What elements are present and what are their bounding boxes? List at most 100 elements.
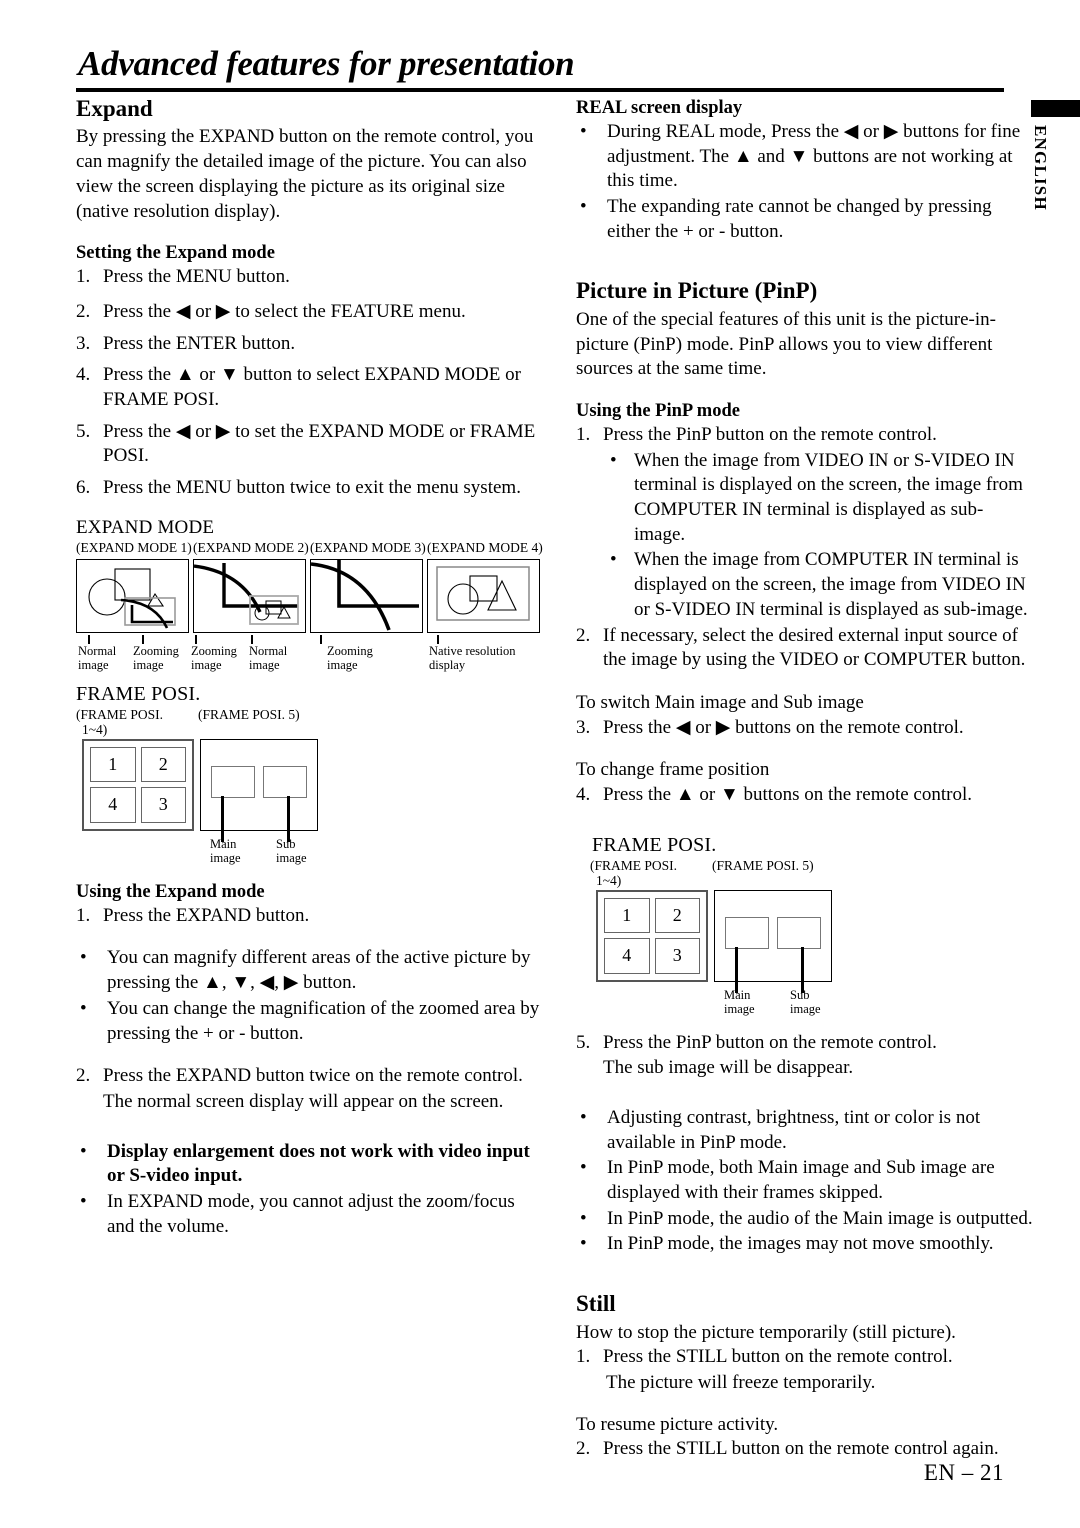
list-item: 3. Press the ◀ or ▶ buttons on the remot…	[576, 716, 1034, 741]
expand-step2-note: The normal screen display will appear on…	[103, 1090, 504, 1112]
list-text: During REAL mode, Press the ◀ or ▶ butto…	[607, 121, 1021, 192]
list-item: • You can change the magnification of th…	[76, 997, 544, 1046]
list-marker: 5.	[576, 1031, 591, 1053]
expand-mode-3-graphic	[311, 559, 419, 631]
frame-posi-5-screen	[200, 738, 318, 842]
list-item: 6. Press the MENU button twice to exit t…	[76, 476, 544, 501]
list-text: When the image from VIDEO IN or S-VIDEO …	[634, 449, 1023, 545]
list-item: 1. Press the STILL button on the remote …	[576, 1345, 1034, 1370]
bullet-marker: •	[610, 549, 617, 571]
bullet-marker: •	[80, 1190, 87, 1212]
list-text: If necessary, select the desired externa…	[603, 624, 1026, 671]
list-item: 1. Press the EXPAND button.	[76, 904, 544, 929]
list-text: In PinP mode, the images may not move sm…	[607, 1233, 994, 1255]
frame-posi-header-right: (FRAME POSI. 5)	[198, 706, 300, 722]
pinp-intro: One of the special features of this unit…	[576, 308, 996, 380]
list-text: Press the ENTER button.	[103, 332, 296, 354]
list-item: • During REAL mode, Press the ◀ or ▶ but…	[576, 120, 1034, 194]
list-text: Press the PinP button on the remote cont…	[603, 424, 937, 446]
frame-posi-title: FRAME POSI.	[592, 833, 717, 856]
bullet-marker: •	[580, 196, 587, 218]
list-text: Press the ▲ or ▼ button to select EXPAND…	[103, 364, 521, 410]
list-item: 1. Press the PinP button on the remote c…	[576, 423, 1034, 448]
list-item: 2. Press the EXPAND button twice on the …	[76, 1064, 544, 1089]
list-item: • Display enlargement does not work with…	[76, 1140, 544, 1189]
frame-posi-figure-left: FRAME POSI. (FRAME POSI. 1~4) (FRAME POS…	[76, 683, 544, 871]
expand-mode-4-labels: Native resolution display	[427, 634, 544, 675]
frame-posi-grid: 1 2 4 3	[82, 738, 194, 831]
expand-mode-2-header: (EXPAND MODE 2)	[193, 539, 309, 555]
using-pinp-heading: Using the PinP mode	[576, 400, 740, 421]
bullet-marker: •	[580, 1233, 587, 1255]
pinp-heading: Picture in Picture (PinP)	[576, 278, 818, 304]
left-column: Expand By pressing the EXPAND button on …	[76, 96, 544, 1240]
list-item: 4. Press the ▲ or ▼ button to select EXP…	[76, 363, 544, 412]
frame-posi-cell: 3	[654, 938, 700, 974]
bullet-marker: •	[610, 449, 617, 471]
frame-posi-sub-box	[263, 765, 307, 798]
list-text: In EXPAND mode, you cannot adjust the zo…	[107, 1190, 515, 1237]
leader-line	[735, 946, 738, 993]
frame-posi-cell: 1	[90, 746, 136, 783]
list-marker: 6.	[76, 477, 91, 499]
frame-posi-main-label: Main image	[210, 836, 241, 865]
list-text: Press the EXPAND button.	[103, 904, 310, 926]
setting-expand-mode-heading: Setting the Expand mode	[76, 243, 275, 264]
list-text: Press the ▲ or ▼ buttons on the remote c…	[603, 783, 972, 805]
list-item: • When the image from COMPUTER IN termin…	[576, 548, 1034, 622]
list-marker: 4.	[76, 364, 91, 386]
bullet-marker: •	[580, 121, 587, 143]
list-item: • When the image from VIDEO IN or S-VIDE…	[576, 449, 1034, 548]
list-item: 2. Press the ◀ or ▶ to select the FEATUR…	[76, 300, 544, 325]
frame-posi-cell: 2	[654, 897, 700, 934]
expand-heading: Expand	[76, 96, 153, 121]
frame-posi-sub-label: Sub image	[790, 987, 821, 1016]
expand-mode-3-label: Zooming image	[327, 643, 373, 672]
list-item: 2. If necessary, select the desired exte…	[576, 624, 1034, 673]
list-text: The expanding rate cannot be changed by …	[607, 196, 992, 242]
expand-mode-1-labels: Normal image Zooming image	[76, 634, 193, 675]
list-item: • In PinP mode, the images may not move …	[576, 1232, 1034, 1257]
list-item: 3. Press the ENTER button.	[76, 332, 544, 357]
list-item: 5. Press the ◀ or ▶ to set the EXPAND MO…	[76, 420, 544, 469]
expand-mode-4-graphic	[436, 565, 530, 621]
list-text: Press the EXPAND button twice on the rem…	[103, 1065, 523, 1087]
bullet-marker: •	[580, 1207, 587, 1229]
expand-mode-2-labels: Zooming image Normal image	[191, 634, 310, 675]
frame-posi-cell: 2	[140, 746, 186, 783]
expand-mode-1: (EXPAND MODE 1) Normal image Zooming ima…	[76, 540, 193, 675]
frame-posi-main-box	[725, 916, 769, 949]
leader-line	[801, 946, 804, 993]
frame-posi-grid: 1 2 4 3	[596, 889, 708, 982]
list-marker: 1.	[576, 424, 591, 446]
frame-posi-sub-label: Sub image	[276, 836, 307, 865]
expand-mode-figure-title: EXPAND MODE	[76, 516, 215, 538]
expand-mode-3-header: (EXPAND MODE 3)	[310, 539, 426, 555]
expand-mode-1-graphic	[88, 568, 176, 629]
expand-mode-2-screen	[193, 558, 306, 633]
bullet-marker: •	[80, 947, 87, 969]
list-text: Press the ◀ or ▶ to set the EXPAND MODE …	[103, 420, 536, 467]
list-text: Display enlargement does not work with v…	[107, 1140, 530, 1187]
bullet-marker: •	[580, 1157, 587, 1179]
frame-posi-cell: 4	[604, 938, 650, 974]
frame-posi-cell: 1	[604, 897, 650, 934]
expand-mode-3-screen	[310, 558, 423, 633]
page-title: Advanced features for presentation	[78, 44, 575, 83]
expand-mode-4-label: Native resolution display	[429, 643, 516, 672]
list-text: Adjusting contrast, brightness, tint or …	[607, 1107, 981, 1153]
list-text: Press the ◀ or ▶ buttons on the remote c…	[603, 716, 964, 738]
list-item: • Adjusting contrast, brightness, tint o…	[576, 1106, 1034, 1155]
leader-tick	[88, 634, 90, 644]
language-tab-marker	[1031, 100, 1080, 117]
still-step1-note: The picture will freeze temporarily.	[606, 1371, 876, 1393]
leader-line	[221, 795, 224, 842]
list-text: Press the STILL button on the remote con…	[603, 1346, 953, 1368]
real-screen-heading: REAL screen display	[576, 98, 743, 118]
list-item: • You can magnify different areas of the…	[76, 946, 544, 995]
expand-mode-1-label-left: Normal image	[78, 643, 117, 672]
expand-mode-4-header: (EXPAND MODE 4)	[427, 539, 543, 555]
list-marker: 1.	[76, 904, 91, 926]
expand-mode-3-labels: Zooming image	[310, 634, 427, 675]
list-marker: 2.	[76, 300, 91, 322]
